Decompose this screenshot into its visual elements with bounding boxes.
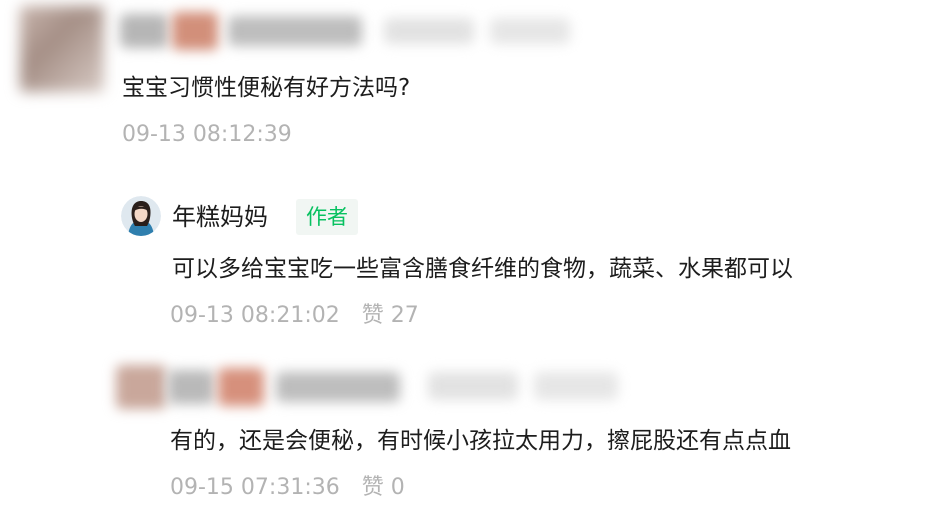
author-badge: 作者 bbox=[296, 199, 358, 235]
reply-timestamp: 09-15 07:31:36 bbox=[170, 475, 340, 500]
reply-meta: 09-13 08:21:02 赞 27 bbox=[170, 302, 419, 330]
avatar[interactable] bbox=[121, 196, 161, 236]
reply-text: 有的，还是会便秘，有时候小孩拉太用力，擦屁股还有点点血 bbox=[170, 428, 791, 454]
reply-timestamp: 09-13 08:21:02 bbox=[170, 303, 340, 328]
like-button[interactable]: 赞 0 bbox=[362, 475, 405, 500]
author-avatar-icon bbox=[121, 196, 161, 236]
comment-timestamp: 09-13 08:12:39 bbox=[122, 122, 292, 147]
like-button[interactable]: 赞 27 bbox=[362, 303, 419, 328]
avatar[interactable] bbox=[20, 6, 104, 92]
like-label: 赞 bbox=[361, 475, 384, 500]
like-count: 27 bbox=[390, 303, 419, 328]
reply-text: 可以多给宝宝吃一些富含膳食纤维的食物，蔬菜、水果都可以 bbox=[172, 256, 793, 282]
comment-text: 宝宝习惯性便秘有好方法吗? bbox=[122, 75, 411, 101]
like-label: 赞 bbox=[361, 303, 384, 328]
author-name[interactable]: 年糕妈妈 bbox=[172, 202, 268, 232]
reply-meta: 09-15 07:31:36 赞 0 bbox=[170, 474, 405, 502]
like-count: 0 bbox=[390, 475, 405, 500]
